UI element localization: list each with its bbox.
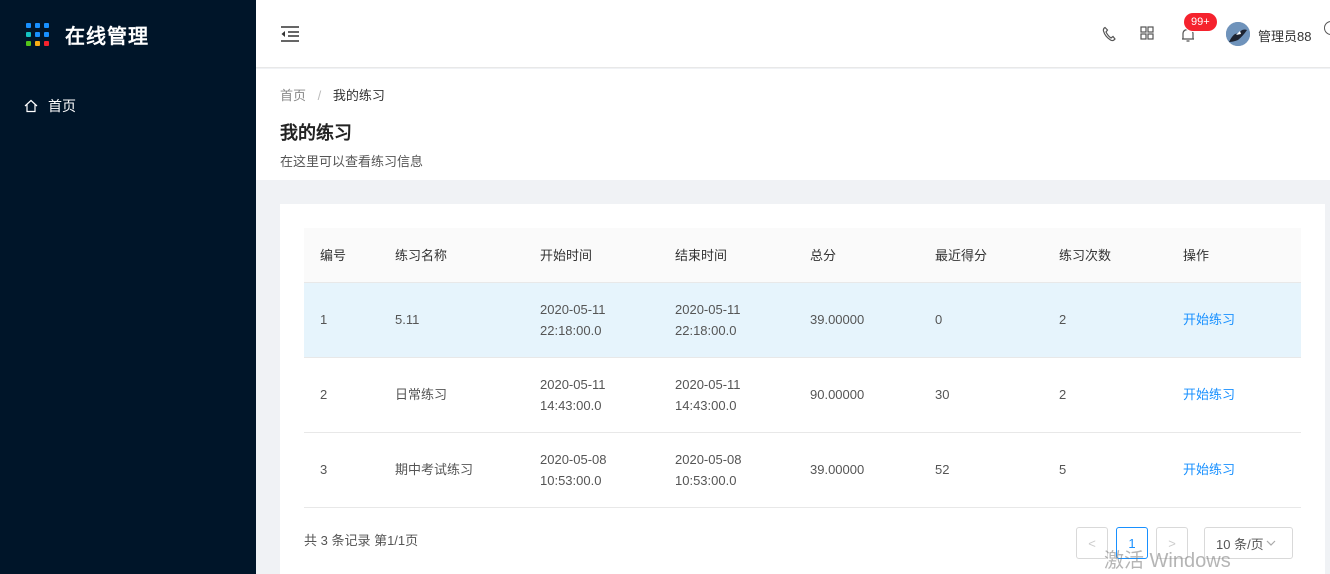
logo-dot bbox=[35, 31, 40, 37]
start-date: 2020-05-08 bbox=[540, 451, 607, 467]
table-header-row: 编号 练习名称 开始时间 结束时间 总分 最近得分 练习次数 操作 bbox=[304, 228, 1301, 283]
cell-start-time: 2020-05-11 22:18:00.0 bbox=[524, 282, 659, 358]
cell-total-score: 39.00000 bbox=[794, 432, 919, 508]
cell-action: 开始练习 bbox=[1167, 357, 1301, 433]
end-clock: 14:43:00.0 bbox=[675, 397, 737, 413]
cell-id: 1 bbox=[304, 282, 379, 358]
start-practice-link[interactable]: 开始练习 bbox=[1183, 312, 1235, 327]
start-practice-link[interactable]: 开始练习 bbox=[1183, 462, 1235, 477]
logo-dot bbox=[44, 31, 49, 37]
column-header-name: 练习名称 bbox=[379, 228, 524, 283]
breadcrumb-current: 我的练习 bbox=[332, 88, 385, 103]
cell-practice-count: 2 bbox=[1043, 357, 1167, 433]
sidebar-item-home[interactable]: 首页 bbox=[0, 86, 256, 126]
logo-dot bbox=[35, 22, 40, 28]
column-header-total-score: 总分 bbox=[794, 228, 919, 283]
avatar[interactable] bbox=[1226, 22, 1250, 46]
menu-fold-icon[interactable] bbox=[280, 25, 300, 43]
top-header: 99+ 管理员88 bbox=[256, 0, 1330, 68]
cell-start-time: 2020-05-11 14:43:00.0 bbox=[524, 357, 659, 433]
more-icon[interactable] bbox=[1324, 21, 1330, 35]
logo-dot bbox=[26, 22, 31, 28]
table-row[interactable]: 2 日常练习 2020-05-11 14:43:00.0 2020-05-11 14… bbox=[304, 357, 1301, 433]
end-date: 2020-05-08 bbox=[675, 451, 742, 467]
end-date: 2020-05-11 bbox=[675, 301, 741, 317]
content-card: 编号 练习名称 开始时间 结束时间 总分 最近得分 练习次数 操作 1 5.11… bbox=[280, 204, 1325, 574]
cell-end-time: 2020-05-11 14:43:00.0 bbox=[659, 357, 794, 433]
apps-icon[interactable] bbox=[1140, 26, 1154, 40]
column-header-practice-count: 练习次数 bbox=[1043, 228, 1167, 283]
end-clock: 22:18:00.0 bbox=[675, 322, 737, 338]
phone-icon[interactable] bbox=[1102, 26, 1116, 42]
page-subtitle: 在这里可以查看练习信息 bbox=[280, 154, 424, 169]
cell-recent-score: 30 bbox=[919, 357, 1043, 433]
app-title: 在线管理 bbox=[65, 25, 149, 48]
cell-recent-score: 0 bbox=[919, 282, 1043, 358]
cell-recent-score: 52 bbox=[919, 432, 1043, 508]
logo[interactable]: 在线管理 bbox=[0, 0, 256, 68]
start-clock: 22:18:00.0 bbox=[540, 322, 602, 338]
cell-total-score: 39.00000 bbox=[794, 282, 919, 358]
username[interactable]: 管理员88 bbox=[1258, 26, 1311, 45]
logo-dot bbox=[26, 40, 31, 46]
cell-name: 期中考试练习 bbox=[379, 432, 524, 508]
column-header-recent-score: 最近得分 bbox=[919, 228, 1043, 283]
cell-start-time: 2020-05-08 10:53:00.0 bbox=[524, 432, 659, 508]
logo-dot bbox=[44, 40, 49, 46]
start-date: 2020-05-11 bbox=[540, 301, 606, 317]
sidebar: 在线管理 首页 bbox=[0, 0, 256, 574]
chevron-down-icon bbox=[1266, 540, 1276, 546]
practice-table: 编号 练习名称 开始时间 结束时间 总分 最近得分 练习次数 操作 1 5.11… bbox=[304, 228, 1301, 508]
page-title: 我的练习 bbox=[280, 123, 352, 143]
cell-total-score: 90.00000 bbox=[794, 357, 919, 433]
cell-practice-count: 5 bbox=[1043, 432, 1167, 508]
notification-badge: 99+ bbox=[1184, 13, 1217, 31]
cell-practice-count: 2 bbox=[1043, 282, 1167, 358]
column-header-id: 编号 bbox=[304, 228, 379, 283]
cell-end-time: 2020-05-11 22:18:00.0 bbox=[659, 282, 794, 358]
cell-id: 3 bbox=[304, 432, 379, 508]
grid-logo-icon bbox=[26, 22, 49, 46]
avatar-image-icon bbox=[1226, 22, 1250, 46]
logo-dot bbox=[26, 31, 31, 37]
start-practice-link[interactable]: 开始练习 bbox=[1183, 387, 1235, 402]
home-icon bbox=[24, 99, 38, 113]
breadcrumb-home[interactable]: 首页 bbox=[280, 88, 306, 103]
end-clock: 10:53:00.0 bbox=[675, 472, 737, 488]
cell-action: 开始练习 bbox=[1167, 432, 1301, 508]
cell-id: 2 bbox=[304, 357, 379, 433]
table-row[interactable]: 3 期中考试练习 2020-05-08 10:53:00.0 2020-05-08… bbox=[304, 432, 1301, 508]
page-header: 首页 / 我的练习 我的练习 在这里可以查看练习信息 bbox=[256, 69, 1330, 180]
column-header-end-time: 结束时间 bbox=[659, 228, 794, 283]
record-summary: 共 3 条记录 第1/1页 bbox=[304, 533, 419, 548]
cell-name: 日常练习 bbox=[379, 357, 524, 433]
end-date: 2020-05-11 bbox=[675, 376, 741, 392]
breadcrumb: 首页 / 我的练习 bbox=[280, 85, 1306, 104]
logo-dot bbox=[35, 40, 40, 46]
column-header-action: 操作 bbox=[1167, 228, 1301, 283]
table-row[interactable]: 1 5.11 2020-05-11 22:18:00.0 2020-05-11 22… bbox=[304, 282, 1301, 358]
start-clock: 10:53:00.0 bbox=[540, 472, 602, 488]
sidebar-item-label: 首页 bbox=[48, 98, 76, 114]
windows-activation-watermark: 激活 Windows bbox=[1104, 550, 1231, 572]
breadcrumb-separator: / bbox=[317, 88, 322, 103]
start-date: 2020-05-11 bbox=[540, 376, 606, 392]
logo-dot bbox=[44, 22, 49, 28]
start-clock: 14:43:00.0 bbox=[540, 397, 602, 413]
cell-action: 开始练习 bbox=[1167, 282, 1301, 358]
column-header-start-time: 开始时间 bbox=[524, 228, 659, 283]
cell-end-time: 2020-05-08 10:53:00.0 bbox=[659, 432, 794, 508]
cell-name: 5.11 bbox=[379, 282, 524, 358]
